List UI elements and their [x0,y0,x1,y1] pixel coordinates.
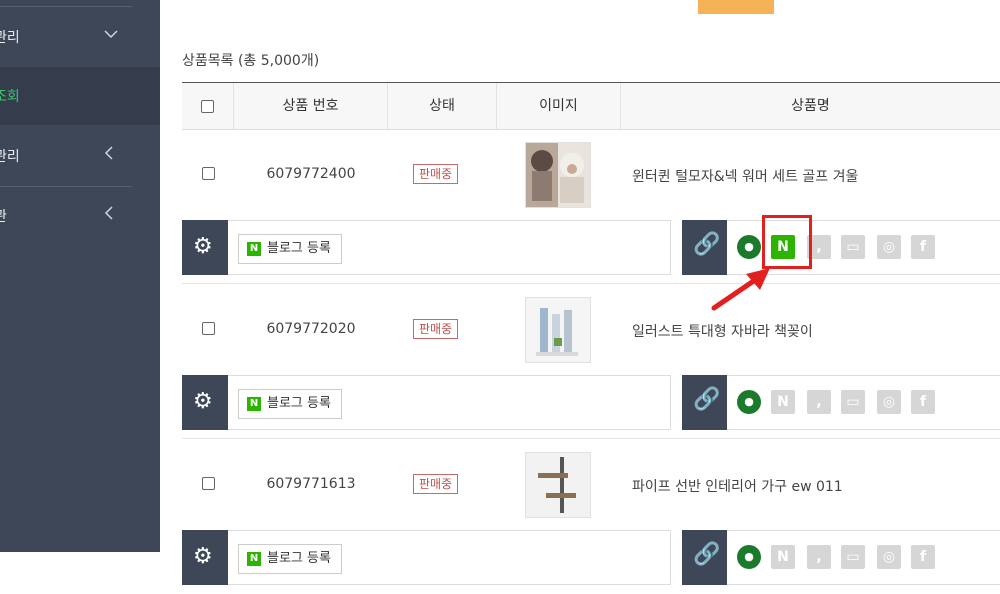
facebook-icon[interactable]: f [911,235,935,259]
select-all-checkbox[interactable] [201,99,214,113]
instagram-icon[interactable]: ◎ [877,235,901,259]
share-icons: ● N , ▭ ◎ f [727,375,1000,430]
status-badge: 판매중 [413,319,459,339]
blog-register-label: 블로그 등록 [267,551,331,566]
gear-icon: ⚙ [193,389,213,414]
sidebar-item-other[interactable]: 관 [0,187,160,245]
header-product-id: 상품 번호 [234,83,388,129]
sidebar-item-label: 관리 [0,149,20,165]
naver-blog-icon[interactable]: N [771,545,795,569]
chevron-down-icon [104,27,118,43]
naver-icon: N [247,551,261,566]
naver-icon: N [247,241,261,256]
top-action-button[interactable] [698,0,774,14]
sidebar: 관리 조회 관리 관 [0,0,160,552]
blog-register-button[interactable]: N 블로그 등록 [238,389,342,419]
sidebar-item-inquiry[interactable]: 조회 [0,67,160,125]
naver-cafe-icon[interactable]: ● [737,545,761,569]
row-checkbox[interactable] [202,477,215,490]
product-id: 6079772400 [266,166,356,182]
highlight-box [762,215,812,269]
share-icons: ● N , ▭ ◎ f [727,530,1000,585]
status-badge: 판매중 [413,474,459,494]
chevron-left-icon [104,146,114,164]
band-icon[interactable]: ▭ [841,235,865,259]
product-name[interactable]: 윈터퀸 털모자&넥 워머 세트 골프 겨울 [632,166,858,186]
naver-icon: N [247,396,261,411]
settings-button[interactable]: ⚙ [182,530,228,585]
blog-register-label: 블로그 등록 [267,396,331,411]
header-image: 이미지 [497,83,621,129]
link-button[interactable]: 🔗 [682,375,727,430]
product-image[interactable] [525,142,591,208]
naver-cafe-icon[interactable]: ● [737,390,761,414]
product-image[interactable] [525,297,591,363]
blog-panel: N 블로그 등록 [228,530,671,585]
blog-register-button[interactable]: N 블로그 등록 [238,234,342,264]
blog-register-button[interactable]: N 블로그 등록 [238,544,342,574]
band-icon[interactable]: ▭ [841,390,865,414]
sidebar-item-manage[interactable]: 관리 [0,8,160,66]
link-icon: 🔗 [693,542,721,567]
table-row: 6079772020 판매중 일러스트 특대형 자바라 책꽂이 ⚙ N 블로그 등… [182,284,1000,439]
settings-button[interactable]: ⚙ [182,220,228,275]
link-button[interactable]: 🔗 [682,530,727,585]
header-product-name: 상품명 [791,98,830,114]
table-header: 상품 번호 상태 이미지 상품명 [182,82,1000,130]
gear-icon: ⚙ [193,234,213,259]
row-checkbox[interactable] [202,167,215,180]
link-icon: 🔗 [693,387,721,412]
settings-button[interactable]: ⚙ [182,375,228,430]
gear-icon: ⚙ [193,544,213,569]
naver-blog-icon[interactable]: N [771,390,795,414]
facebook-icon[interactable]: f [911,545,935,569]
product-id: 6079772020 [266,321,356,337]
product-name[interactable]: 파이프 선반 인테리어 가구 ew 011 [632,476,843,496]
kakao-story-icon[interactable]: , [807,545,831,569]
sidebar-item-manage-2[interactable]: 관리 [0,127,160,185]
naver-cafe-icon[interactable]: ● [737,235,761,259]
instagram-icon[interactable]: ◎ [877,390,901,414]
select-all-cell [182,83,234,129]
header-status: 상태 [388,83,497,129]
product-id: 6079771613 [266,476,356,492]
blog-register-label: 블로그 등록 [267,241,331,256]
product-name[interactable]: 일러스트 특대형 자바라 책꽂이 [632,321,813,341]
sidebar-item-label: 관 [0,209,7,225]
status-badge: 판매중 [413,164,459,184]
link-icon: 🔗 [693,232,721,257]
sidebar-divider [0,6,132,7]
band-icon[interactable]: ▭ [841,545,865,569]
table-row: 6079771613 판매중 파이프 선반 인테리어 가구 ew 011 ⚙ N… [182,439,1000,594]
row-checkbox[interactable] [202,322,215,335]
blog-panel: N 블로그 등록 [228,375,671,430]
kakao-story-icon[interactable]: , [807,390,831,414]
red-arrow-icon [711,268,770,311]
instagram-icon[interactable]: ◎ [877,545,901,569]
sidebar-item-label: 관리 [0,30,20,46]
chevron-left-icon [104,206,114,224]
blog-panel: N 블로그 등록 [228,220,671,275]
facebook-icon[interactable]: f [911,390,935,414]
product-list-title: 상품목록 (총 5,000개) [182,53,320,69]
table-row: 6079772400 판매중 윈터퀸 털모자&넥 워머 세트 골프 겨울 ⚙ N… [182,129,1000,284]
product-image[interactable] [525,452,591,518]
sidebar-item-label: 조회 [0,89,20,105]
